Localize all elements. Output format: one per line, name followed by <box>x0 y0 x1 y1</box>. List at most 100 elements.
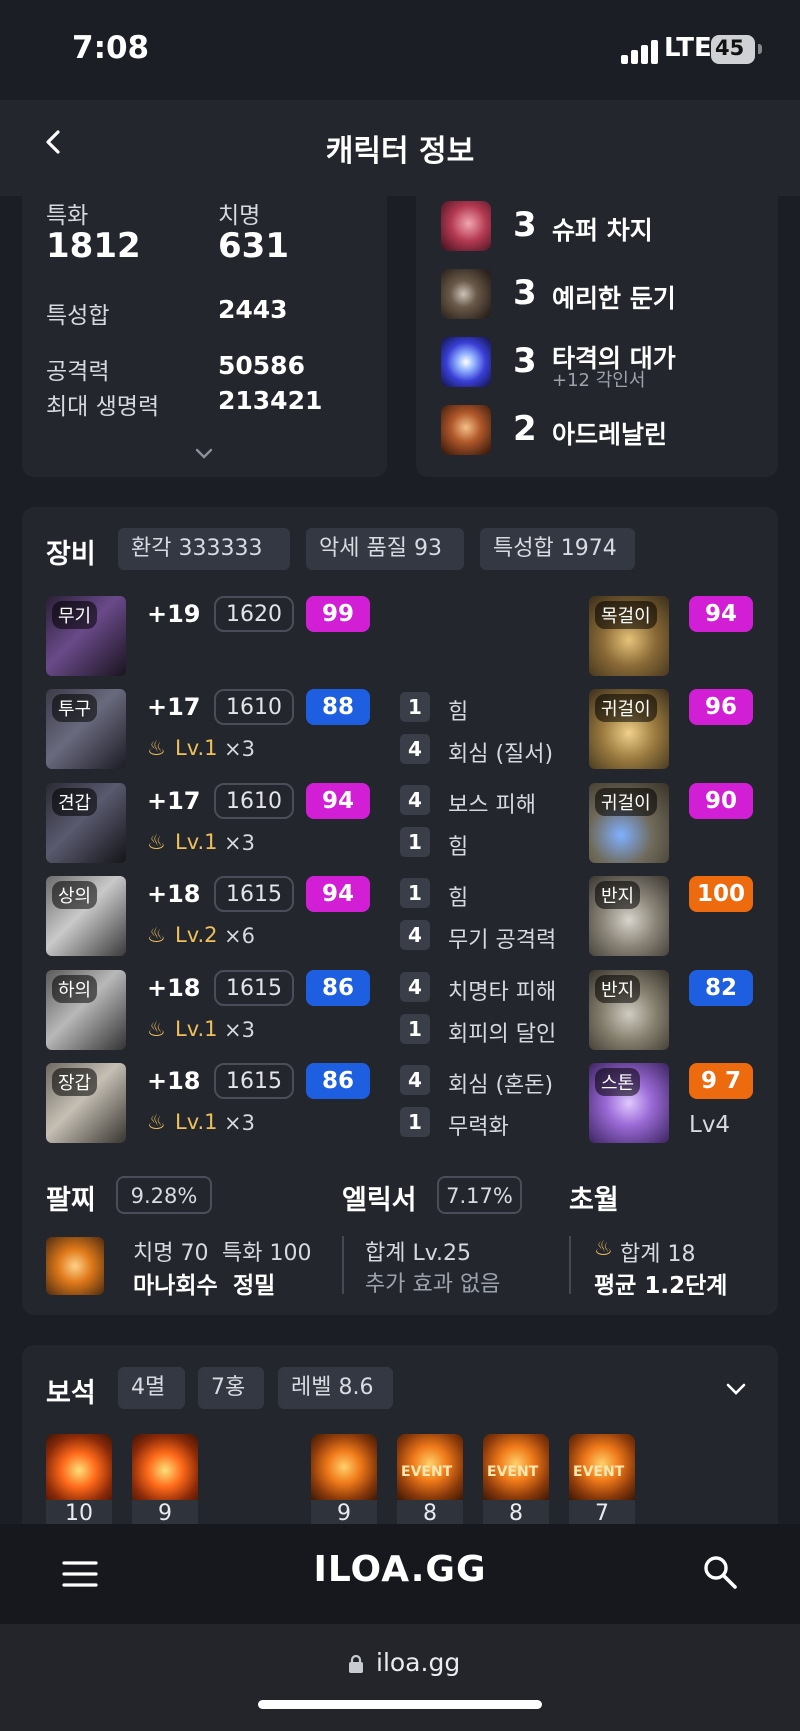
slot-label: 귀걸이 <box>595 694 657 722</box>
transcend-flame-icon: ♨ <box>594 1236 613 1260</box>
earring-thumbnail[interactable]: 귀걸이 <box>589 689 669 769</box>
stat-value-total: 2443 <box>218 295 288 324</box>
event-badge: EVENT <box>573 1464 625 1480</box>
crimson-flame-gem-icon[interactable] <box>311 1434 377 1500</box>
effect-count: 4 <box>400 734 430 764</box>
expand-chevron-icon[interactable] <box>195 448 213 460</box>
slot-label: 하의 <box>52 975 98 1003</box>
engraving-level: 3 <box>513 341 537 381</box>
gem-tag: 4멸 <box>118 1367 185 1409</box>
transcend-title: 초월 <box>569 1185 619 1216</box>
battery-icon: 45 <box>711 35 755 64</box>
enhance-level: +17 <box>147 693 201 721</box>
effect-count: 1 <box>400 827 430 857</box>
engraving-name: 아드레날린 <box>552 420 668 449</box>
ring-thumbnail[interactable]: 반지 <box>589 876 669 956</box>
divider <box>342 1236 344 1294</box>
stat-value-max-hp: 213421 <box>218 386 323 415</box>
item-level-badge: 1615 <box>214 876 294 912</box>
enhance-level: +18 <box>147 880 201 908</box>
item-level-badge: 1610 <box>214 689 294 725</box>
quality-badge: 82 <box>689 970 753 1006</box>
transcend-average: 평균 1.2단계 <box>594 1273 728 1299</box>
event-badge: EVENT <box>487 1464 539 1480</box>
quality-badge: 94 <box>306 876 370 912</box>
site-logo[interactable]: ILOA.GG <box>0 1549 800 1590</box>
engraving-sub: +12 각인서 <box>552 370 646 391</box>
engraving-name: 예리한 둔기 <box>552 284 676 313</box>
stat-value-specialization: 1812 <box>46 226 141 266</box>
effect-count: 1 <box>400 1107 430 1137</box>
bracelet-stat: 특화 100 <box>222 1241 312 1266</box>
slot-label: 반지 <box>595 975 641 1003</box>
quality-badge: 94 <box>306 783 370 819</box>
stat-label-specialization: 특화 <box>46 203 89 229</box>
slot-label: 스톤 <box>595 1068 641 1096</box>
slot-label: 목걸이 <box>595 601 657 629</box>
ability-stone-thumbnail[interactable]: 스톤 <box>589 1063 669 1143</box>
battery-tip <box>758 44 762 54</box>
item-level-badge: 1610 <box>214 783 294 819</box>
gem-tag: 레벨 8.6 <box>278 1367 393 1409</box>
necklace-thumbnail[interactable]: 목걸이 <box>589 596 669 676</box>
elixir-level: Lv.1 <box>175 1017 218 1041</box>
effect-name: 치명타 피해 <box>448 980 557 1005</box>
weapon-thumbnail[interactable]: 무기 <box>46 596 126 676</box>
search-icon[interactable] <box>702 1554 738 1590</box>
bracelet-thumbnail[interactable] <box>46 1237 104 1295</box>
engraving-name: 슈퍼 차지 <box>552 216 653 245</box>
slot-label: 상의 <box>52 881 98 909</box>
crimson-flame-gem-icon[interactable]: EVENT <box>397 1434 463 1500</box>
pants-thumbnail[interactable]: 하의 <box>46 970 126 1050</box>
url-text: iloa.gg <box>376 1648 461 1677</box>
effect-count: 4 <box>400 920 430 950</box>
gloves-thumbnail[interactable]: 장갑 <box>46 1063 126 1143</box>
battery-level: 45 <box>715 36 745 60</box>
item-level-badge: 1615 <box>214 970 294 1006</box>
bracelet-stat: 치명 70 <box>133 1241 209 1266</box>
network-label: LTE <box>664 33 712 63</box>
crimson-flame-gem-icon[interactable]: EVENT <box>483 1434 549 1500</box>
crimson-flame-gem-icon[interactable]: EVENT <box>569 1434 635 1500</box>
quality-badge: 88 <box>306 689 370 725</box>
elixir-extra: 추가 효과 없음 <box>365 1272 501 1297</box>
quality-badge: 86 <box>306 1063 370 1099</box>
elixir-title: 엘릭서 <box>342 1185 417 1216</box>
bracelet-title: 팔찌 <box>46 1185 96 1216</box>
home-indicator <box>258 1700 542 1709</box>
engraving-level: 3 <box>513 273 537 313</box>
chest-thumbnail[interactable]: 상의 <box>46 876 126 956</box>
annihilation-gem-icon[interactable] <box>46 1434 112 1500</box>
slot-label: 무기 <box>52 601 98 629</box>
annihilation-gem-icon[interactable] <box>132 1434 198 1500</box>
elixir-flame-icon: ♨ <box>147 736 166 760</box>
stat-label-crit: 치명 <box>218 203 261 229</box>
enhance-level: +18 <box>147 1067 201 1095</box>
stat-label-max-hp: 최대 생명력 <box>46 394 160 420</box>
divider <box>569 1236 571 1294</box>
elixir-level: Lv.1 <box>175 736 218 760</box>
effect-name: 회심 (질서) <box>448 742 554 767</box>
super-charge-icon <box>441 201 491 251</box>
equipment-tag: 특성합 1974 <box>480 528 635 570</box>
stat-value-attack: 50586 <box>218 351 305 380</box>
elixir-flame-icon: ♨ <box>147 923 166 947</box>
elixir-multiplier: ×3 <box>224 831 255 855</box>
slot-label: 견갑 <box>52 788 98 816</box>
collapse-chevron-icon[interactable] <box>726 1382 746 1396</box>
shoulder-thumbnail[interactable]: 견갑 <box>46 783 126 863</box>
effect-name: 무력화 <box>448 1115 509 1140</box>
lock-icon <box>349 1654 363 1673</box>
slot-label: 투구 <box>52 694 98 722</box>
effect-count: 4 <box>400 785 430 815</box>
slot-label: 반지 <box>595 881 641 909</box>
effect-name: 회심 (혼돈) <box>448 1073 554 1098</box>
helmet-thumbnail[interactable]: 투구 <box>46 689 126 769</box>
equipment-title: 장비 <box>46 539 96 570</box>
gems-title: 보석 <box>46 1378 96 1409</box>
item-level-badge: 1620 <box>214 596 294 632</box>
earring-thumbnail[interactable]: 귀걸이 <box>589 783 669 863</box>
elixir-flame-icon: ♨ <box>147 830 166 854</box>
ring-thumbnail[interactable]: 반지 <box>589 970 669 1050</box>
browser-url-bar[interactable] <box>0 1624 800 1731</box>
